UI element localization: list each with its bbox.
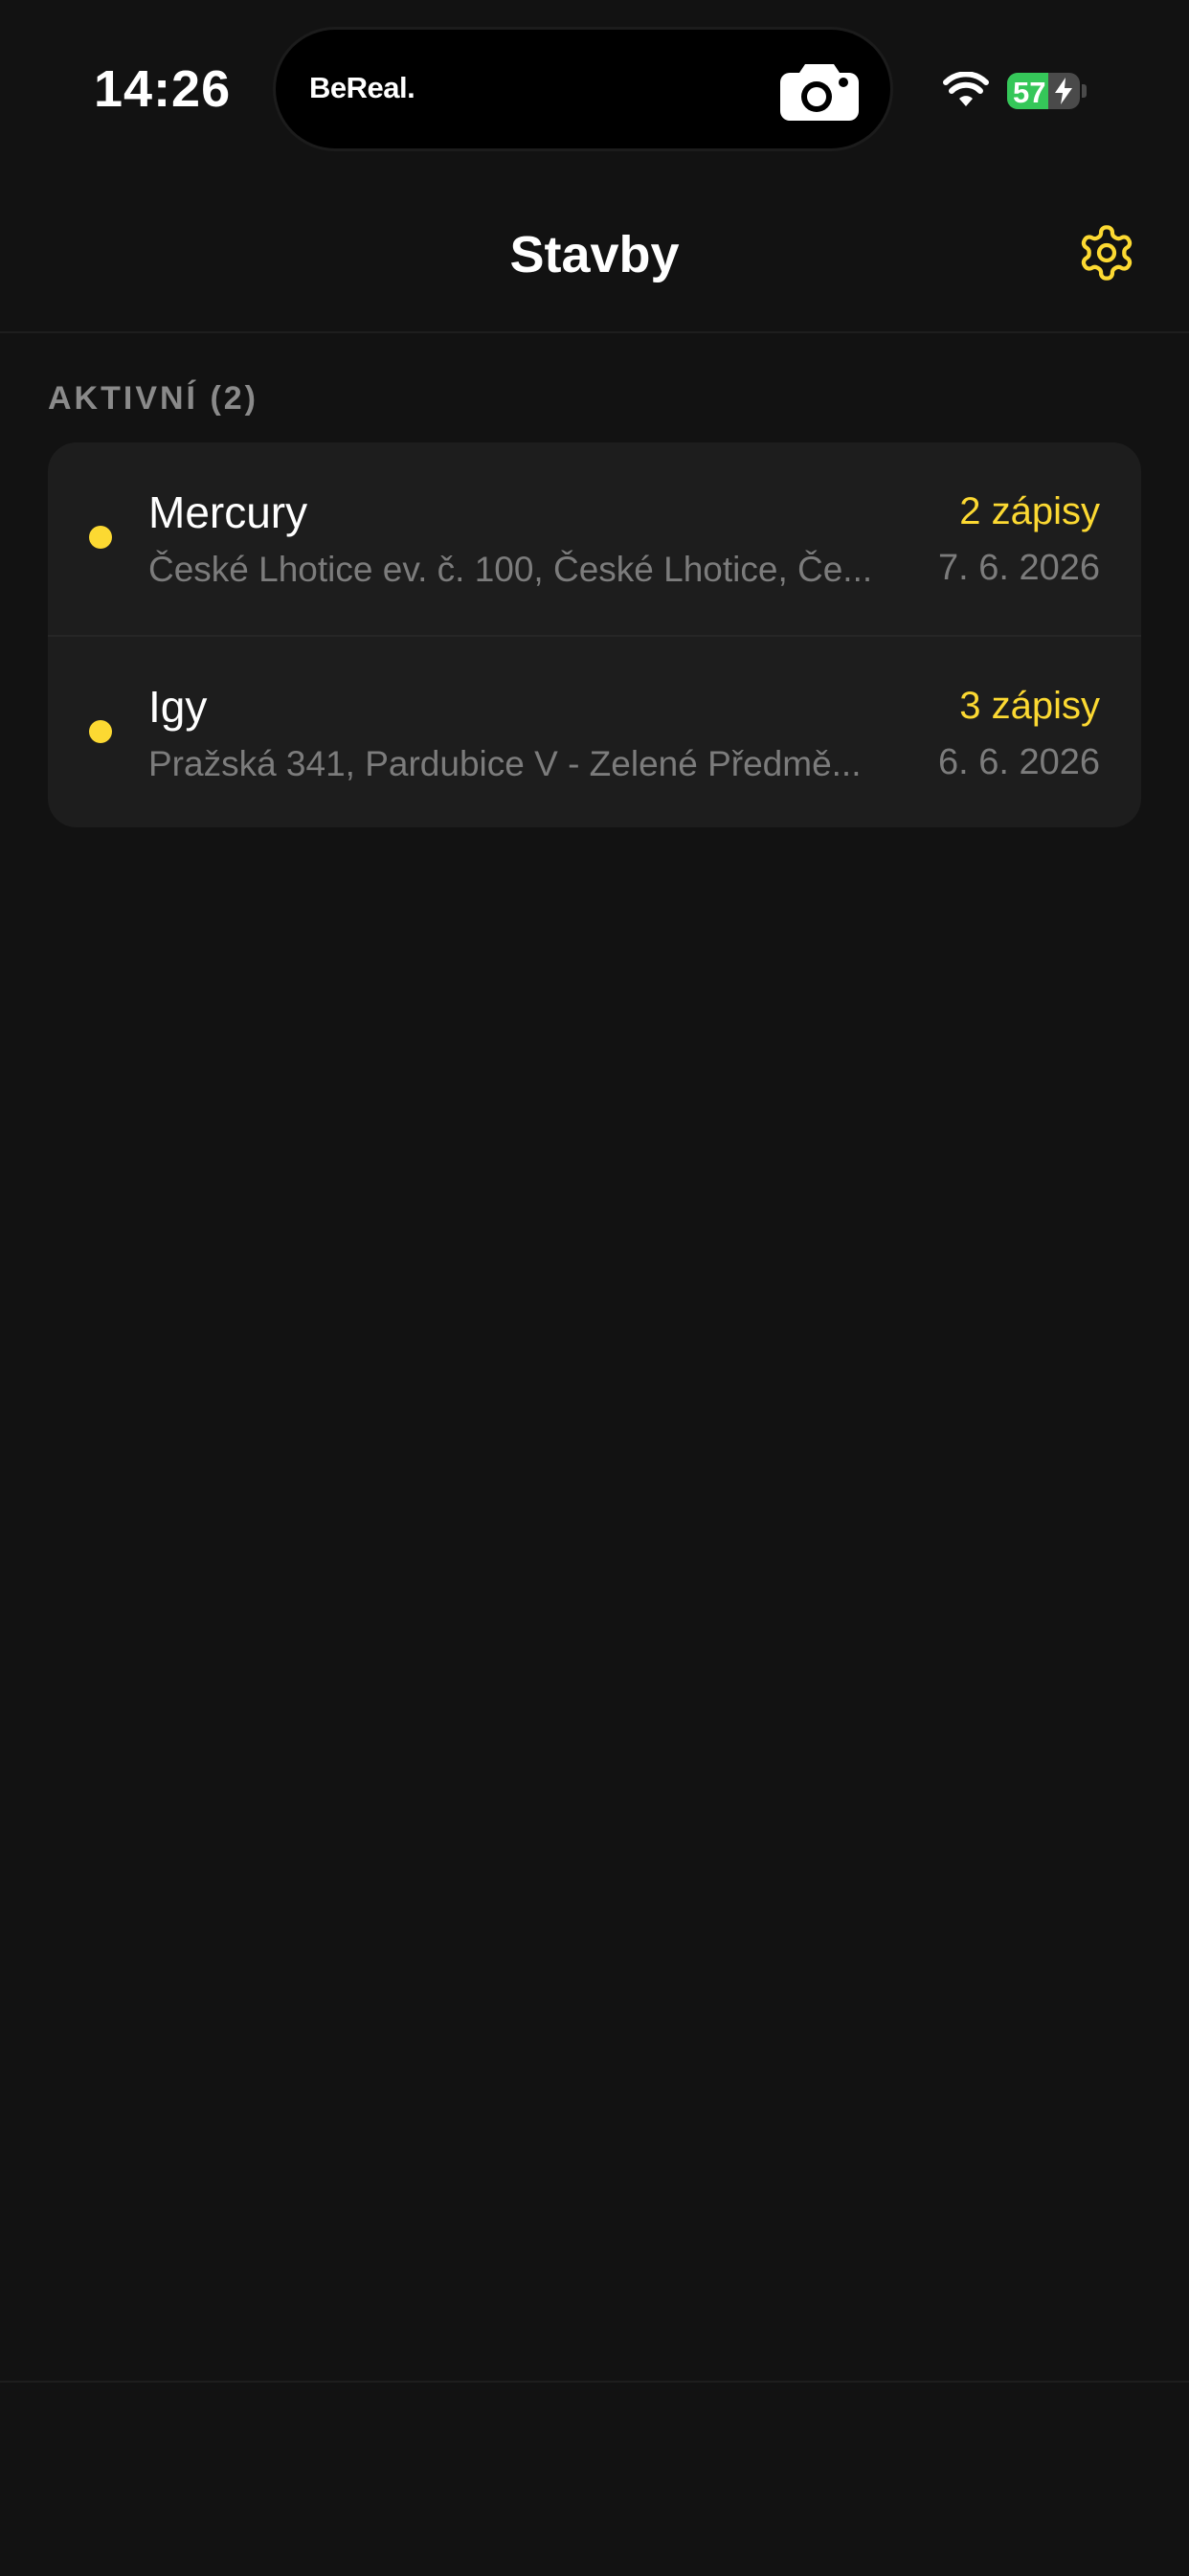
battery-indicator: 57 — [1007, 73, 1080, 109]
section-header-active: AKTIVNÍ (2) — [48, 380, 258, 417]
project-address: České Lhotice ev. č. 100, České Lhotice,… — [148, 550, 873, 589]
status-dot — [89, 720, 112, 743]
entry-count: 2 zápisy — [959, 490, 1100, 532]
gear-icon — [1081, 225, 1133, 281]
project-name: Igy — [148, 682, 208, 732]
wifi-icon — [943, 72, 989, 106]
status-dot — [89, 526, 112, 549]
live-activity-app-name: BeReal. — [309, 71, 415, 104]
projects-list: Mercury České Lhotice ev. č. 100, České … — [48, 442, 1141, 827]
camera-icon — [780, 64, 859, 121]
status-bar: 14:26 BeReal. 57 — [0, 0, 1189, 182]
charging-bolt-icon — [1055, 78, 1072, 104]
project-row[interactable]: Igy Pražská 341, Pardubice V - Zelené Př… — [48, 635, 1141, 827]
project-date: 6. 6. 2026 — [937, 742, 1100, 782]
status-time: 14:26 — [94, 60, 232, 118]
battery-cap — [1082, 84, 1087, 98]
navigation-bar: Stavby — [0, 182, 1189, 333]
project-date: 7. 6. 2026 — [937, 548, 1100, 588]
settings-button[interactable] — [1076, 222, 1137, 283]
page-title: Stavby — [509, 226, 680, 283]
project-address: Pražská 341, Pardubice V - Zelené Předmě… — [148, 744, 862, 783]
project-row[interactable]: Mercury České Lhotice ev. č. 100, České … — [48, 442, 1141, 635]
battery-percent: 57 — [1013, 76, 1046, 109]
entry-count: 3 zápisy — [959, 685, 1100, 727]
dynamic-island[interactable]: BeReal. — [276, 30, 890, 148]
project-name: Mercury — [148, 487, 308, 537]
bottom-bar — [0, 2381, 1189, 2576]
